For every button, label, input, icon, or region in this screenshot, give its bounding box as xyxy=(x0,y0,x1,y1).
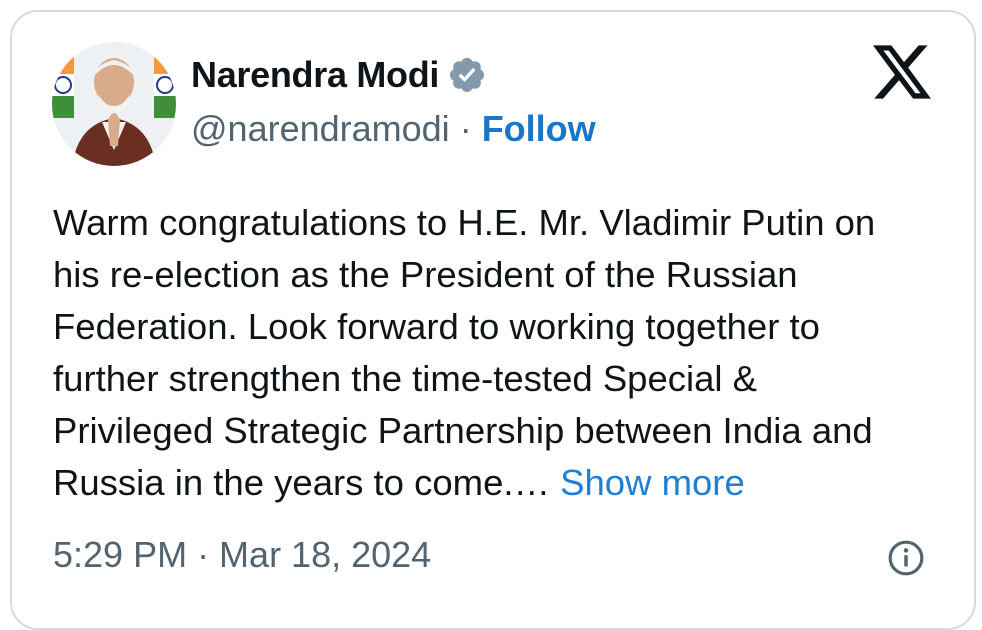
show-more-link[interactable]: Show more xyxy=(560,462,745,503)
author-handle-row: @narendramodi · Follow xyxy=(191,106,596,152)
tweet-text-line: further strengthen the time-tested Speci… xyxy=(53,358,758,399)
verified-badge-icon xyxy=(450,57,485,93)
tweet-text-line: his re-election as the President of the … xyxy=(53,254,798,295)
follow-button[interactable]: Follow xyxy=(482,108,596,150)
tweet-timestamp[interactable]: 5:29 PM · Mar 18, 2024 xyxy=(53,532,431,578)
avatar[interactable] xyxy=(52,42,176,166)
x-logo-icon[interactable] xyxy=(873,44,931,100)
tweet-text-line: Federation. Look forward to working toge… xyxy=(53,306,820,347)
info-icon[interactable] xyxy=(887,539,925,577)
tweet-text: Warm congratulations to H.E. Mr. Vladimi… xyxy=(53,197,943,509)
tweet-text-last-line: Russia in the years to come.… Show more xyxy=(53,457,943,509)
author-name-row: Narendra Modi xyxy=(191,52,487,98)
tweet-text-line: Privileged Strategic Partnership between… xyxy=(53,410,873,451)
author-handle[interactable]: @narendramodi xyxy=(191,108,450,150)
author-display-name[interactable]: Narendra Modi xyxy=(191,54,439,96)
tweet-text-line: Russia in the years to come.… xyxy=(53,462,561,503)
separator-dot: · xyxy=(459,108,472,149)
tweet-text-line: Warm congratulations to H.E. Mr. Vladimi… xyxy=(53,202,876,243)
